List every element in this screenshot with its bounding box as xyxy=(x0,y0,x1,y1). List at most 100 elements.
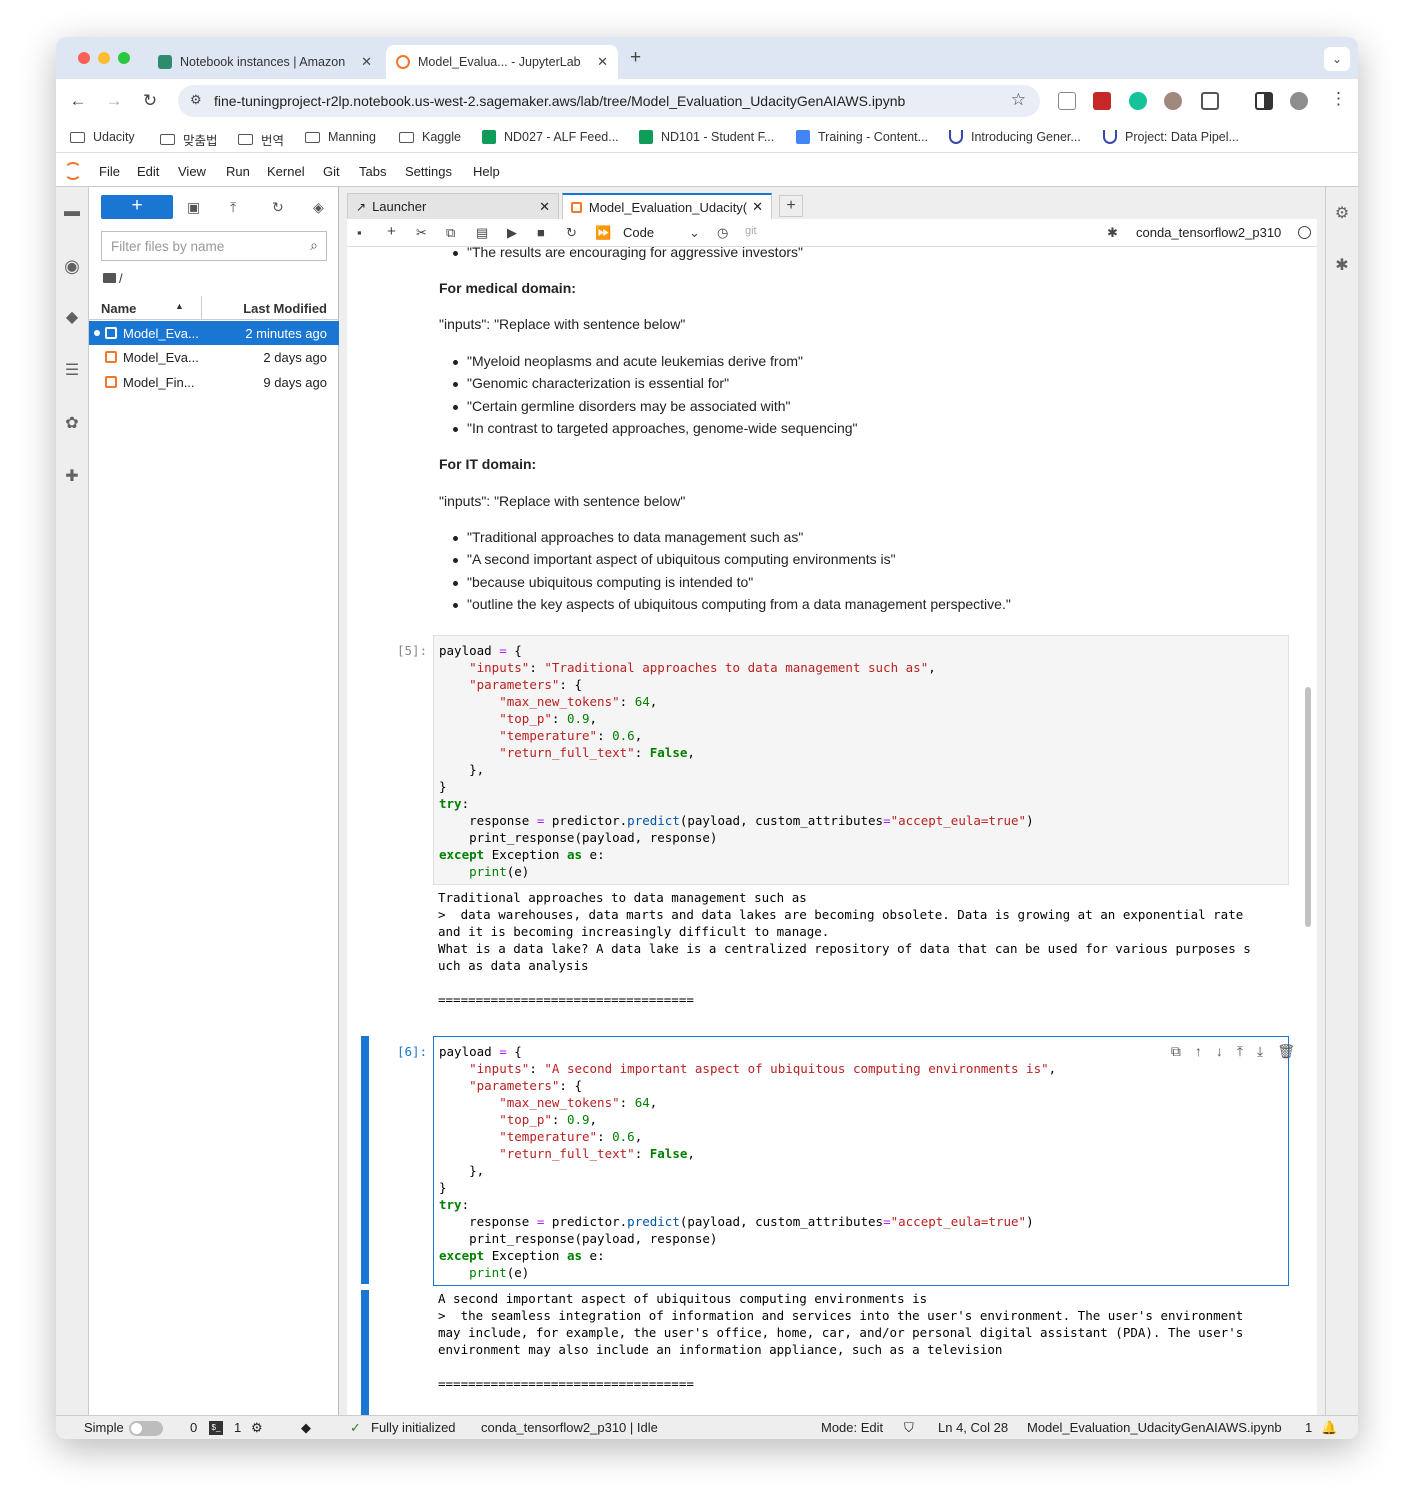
kernel-name[interactable]: conda_tensorflow2_p310 xyxy=(1136,225,1281,240)
property-inspector-gears-icon[interactable]: ⚙ xyxy=(1333,205,1351,223)
menu-help[interactable]: Help xyxy=(473,164,500,179)
debugger-bug-icon[interactable]: ✱ xyxy=(1333,257,1351,275)
forward-icon[interactable]: → xyxy=(104,91,124,111)
add-tab-button[interactable]: + xyxy=(779,195,803,217)
delete-cell-icon[interactable]: 🗑 xyxy=(1277,1043,1295,1060)
menu-edit[interactable]: Edit xyxy=(137,164,159,179)
bookmark-link[interactable]: ND027 - ALF Feed... xyxy=(482,130,619,144)
browser-tab-jupyter[interactable]: Model_Evalua... - JupyterLab ✕ xyxy=(386,45,618,79)
close-tab-icon[interactable]: ✕ xyxy=(752,199,763,215)
bookmark-link[interactable]: Introducing Gener... xyxy=(949,130,1081,144)
bookmark-folder[interactable]: Kaggle xyxy=(399,130,461,144)
file-row[interactable]: Model_Eva... 2 minutes ago xyxy=(89,321,339,345)
menu-settings[interactable]: Settings xyxy=(405,164,452,179)
interrupt-kernel-icon[interactable]: ■ xyxy=(537,225,545,240)
cell-type-select[interactable]: Code xyxy=(623,225,654,240)
insert-above-icon[interactable]: ⤒ xyxy=(1237,1043,1243,1060)
bookmark-folder[interactable]: 맞춤법 xyxy=(160,130,218,149)
scrollbar[interactable] xyxy=(1305,687,1311,927)
file-row[interactable]: Model_Eva... 2 days ago xyxy=(89,345,339,369)
save-icon[interactable]: ▪ xyxy=(357,225,362,240)
active-cell-collapser[interactable] xyxy=(361,1036,369,1284)
browser-tab-aws[interactable]: Notebook instances | Amazon ✕ xyxy=(148,45,382,79)
cut-icon[interactable]: ✂ xyxy=(416,225,427,241)
zoom-window-button[interactable] xyxy=(118,52,130,64)
bookmark-folder[interactable]: Udacity xyxy=(70,130,135,144)
copy-icon[interactable]: ⧉ xyxy=(446,225,455,241)
menu-run[interactable]: Run xyxy=(226,164,250,179)
bookmark-folder[interactable]: Manning xyxy=(305,130,376,144)
breadcrumb[interactable]: / xyxy=(103,271,123,286)
refresh-icon[interactable]: ↻ xyxy=(272,199,284,216)
insert-cell-icon[interactable]: + xyxy=(387,223,396,240)
run-cell-icon[interactable]: ▶ xyxy=(507,225,517,241)
git-clone-icon[interactable]: ◈ xyxy=(313,199,324,216)
move-up-icon[interactable]: ↑ xyxy=(1195,1043,1202,1060)
menu-file[interactable]: File xyxy=(99,164,120,179)
bookmark-link[interactable]: ND101 - Student F... xyxy=(639,130,774,144)
git-status-icon[interactable]: ◆ xyxy=(301,1420,311,1436)
document-extension-icon[interactable] xyxy=(1058,92,1076,110)
tab-notebook[interactable]: Model_Evaluation_Udacity( ✕ xyxy=(562,193,772,219)
upload-icon[interactable]: ⤒ xyxy=(230,199,236,216)
debugger-bug-icon[interactable]: ✱ xyxy=(1107,225,1118,241)
bell-icon[interactable]: 🔔 xyxy=(1321,1420,1337,1436)
restart-run-all-icon[interactable]: ⏩ xyxy=(595,225,611,241)
new-launcher-button[interactable]: + xyxy=(101,195,173,219)
tab-search-chevron-icon[interactable]: ⌄ xyxy=(1324,47,1350,71)
git-diff-button[interactable]: git xyxy=(745,225,757,237)
kernel-status[interactable]: conda_tensorflow2_p310 | Idle xyxy=(481,1420,658,1435)
bookmark-link[interactable]: Training - Content... xyxy=(796,130,928,144)
profile-avatar[interactable] xyxy=(1290,92,1308,110)
red-extension-icon[interactable] xyxy=(1093,92,1111,110)
active-output-collapser[interactable] xyxy=(361,1290,369,1415)
grammarly-icon[interactable] xyxy=(1129,92,1147,110)
menu-view[interactable]: View xyxy=(178,164,206,179)
close-tab-icon[interactable]: ✕ xyxy=(597,54,608,70)
minimize-window-button[interactable] xyxy=(98,52,110,64)
side-panel-icon[interactable] xyxy=(1255,92,1273,110)
terminal-count[interactable]: 0 xyxy=(190,1420,197,1435)
extensions-puzzle-icon[interactable] xyxy=(1201,92,1219,110)
code-cell-input[interactable]: payload = { "inputs": "Traditional appro… xyxy=(433,635,1289,885)
file-row[interactable]: Model_Fin... 9 days ago xyxy=(89,370,339,394)
new-folder-icon[interactable]: ▣ xyxy=(187,199,200,216)
address-bar[interactable]: ⚙ fine-tuningproject-r2lp.notebook.us-we… xyxy=(178,85,1040,117)
kernel-count[interactable]: 1 xyxy=(234,1420,241,1435)
code-cell-input[interactable]: payload = { "inputs": "A second importan… xyxy=(433,1036,1289,1286)
bookmark-folder[interactable]: 번역 xyxy=(238,130,284,149)
aws-brain-icon[interactable]: ✿ xyxy=(63,415,81,433)
close-window-button[interactable] xyxy=(78,52,90,64)
bookmark-link[interactable]: Project: Data Pipel... xyxy=(1103,130,1239,144)
new-tab-button[interactable]: + xyxy=(630,47,641,69)
menu-tabs[interactable]: Tabs xyxy=(359,164,386,179)
git-icon[interactable]: ◆ xyxy=(63,309,81,327)
bookmark-star-icon[interactable]: ☆ xyxy=(1011,90,1026,110)
close-tab-icon[interactable]: ✕ xyxy=(361,54,372,70)
file-browser-folder-icon[interactable]: ▬ xyxy=(63,203,81,221)
last-modified-column-header[interactable]: Last Modified xyxy=(243,301,327,316)
browser-menu-icon[interactable]: ⋮ xyxy=(1330,89,1347,109)
move-down-icon[interactable]: ↓ xyxy=(1216,1043,1223,1060)
menu-git[interactable]: Git xyxy=(323,164,340,179)
site-settings-icon[interactable]: ⚙ xyxy=(190,92,202,108)
extension-manager-puzzle-icon[interactable]: ✚ xyxy=(63,468,81,486)
paste-icon[interactable]: ▤ xyxy=(476,225,488,241)
insert-below-icon[interactable]: ⤓ xyxy=(1257,1043,1263,1060)
table-of-contents-icon[interactable]: ☰ xyxy=(63,362,81,380)
simple-mode-toggle[interactable] xyxy=(129,1421,163,1436)
duplicate-cell-icon[interactable]: ⧉ xyxy=(1171,1043,1181,1060)
menu-kernel[interactable]: Kernel xyxy=(267,164,305,179)
back-icon[interactable]: ← xyxy=(68,91,88,111)
name-column-header[interactable]: Name xyxy=(101,301,136,316)
cursor-position[interactable]: Ln 4, Col 28 xyxy=(938,1420,1008,1435)
tab-launcher[interactable]: ↗ Launcher ✕ xyxy=(347,193,559,219)
close-tab-icon[interactable]: ✕ xyxy=(539,199,550,215)
clock-icon[interactable]: ◷ xyxy=(717,225,728,241)
filter-files-input[interactable]: Filter files by name ⌕ xyxy=(101,231,327,261)
chevron-down-icon[interactable]: ⌄ xyxy=(689,225,700,241)
running-kernels-icon[interactable]: ◉ xyxy=(63,257,81,275)
reload-icon[interactable]: ↻ xyxy=(140,91,160,111)
owl-extension-icon[interactable] xyxy=(1164,92,1182,110)
restart-kernel-icon[interactable]: ↻ xyxy=(566,225,577,241)
